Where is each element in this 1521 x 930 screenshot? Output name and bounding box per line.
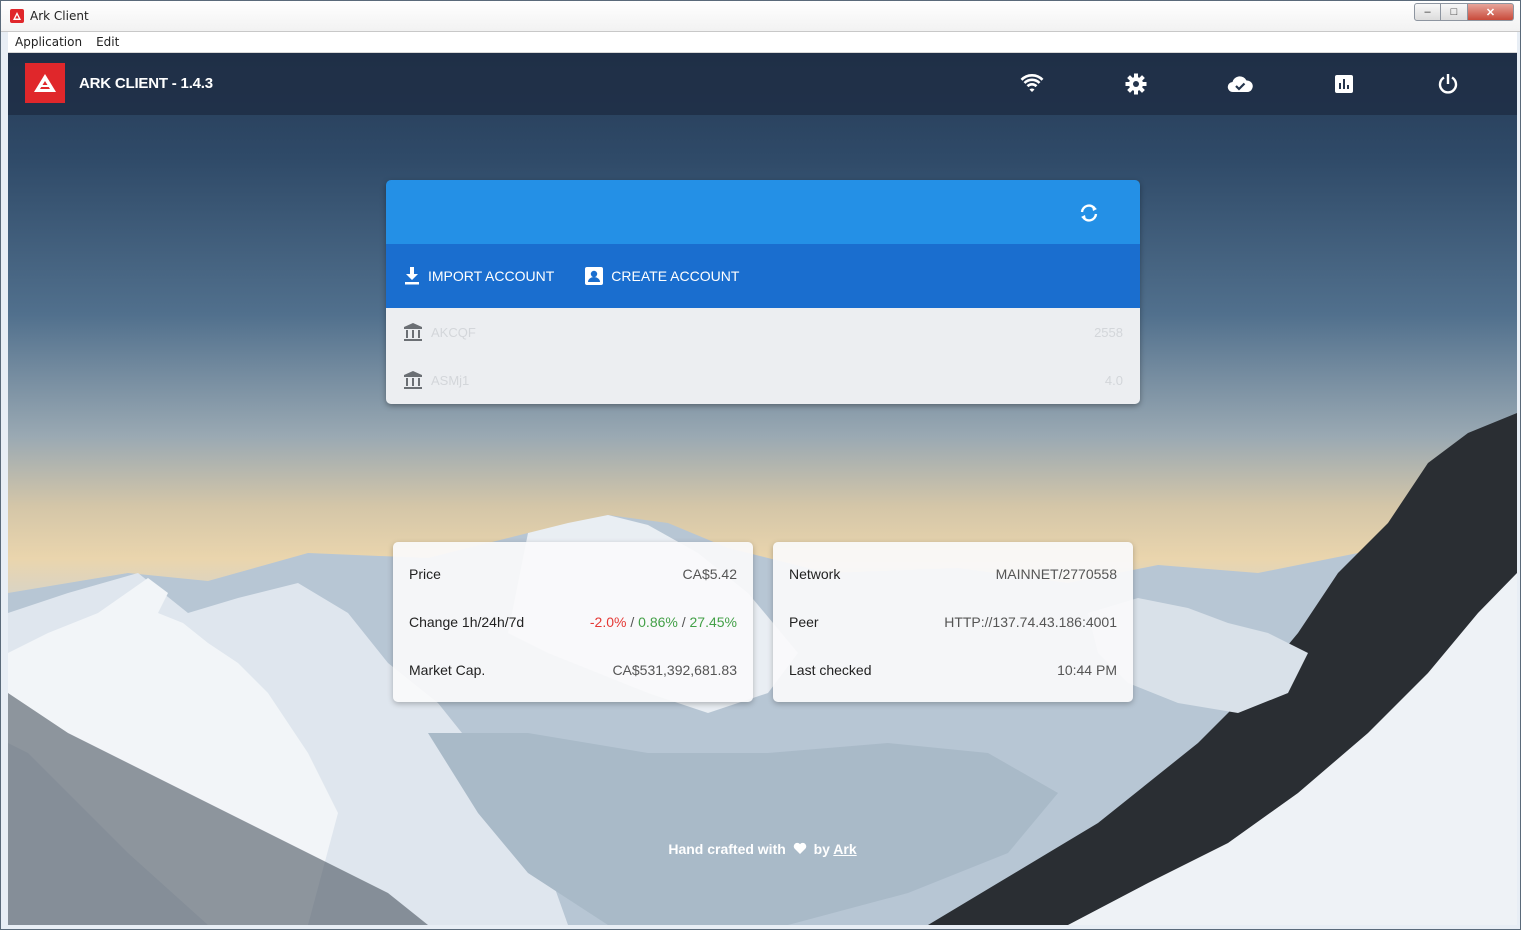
account-balance: 2558 xyxy=(1094,324,1123,340)
change-label: Change 1h/24h/7d xyxy=(409,614,525,630)
accounts-card-header xyxy=(386,180,1140,244)
change-values: -2.0% / 0.86% / 27.45% xyxy=(590,614,737,630)
app-brand: ARK CLIENT - 1.4.3 xyxy=(79,75,213,92)
ark-logo[interactable] xyxy=(25,63,65,103)
cloud-check-icon[interactable] xyxy=(1227,71,1253,97)
account-name: ASMj1 xyxy=(431,372,470,388)
footer-prefix: Hand crafted with xyxy=(668,841,786,857)
menu-edit[interactable]: Edit xyxy=(89,35,126,49)
change-separator: / xyxy=(626,614,639,630)
peer-row: Peer HTTP://137.74.43.186:4001 xyxy=(773,598,1133,646)
last-checked-value: 10:44 PM xyxy=(1057,662,1117,678)
minimize-button[interactable]: – xyxy=(1414,3,1441,21)
price-row: Price CA$5.42 xyxy=(393,550,753,598)
last-checked-label: Last checked xyxy=(789,662,872,678)
ark-link[interactable]: Ark xyxy=(833,841,856,857)
create-account-button[interactable]: CREATE ACCOUNT xyxy=(584,266,739,286)
footer: Hand crafted with by Ark xyxy=(8,841,1517,857)
accounts-list: AKCQF 2558 ASMj1 4.0 xyxy=(386,308,1140,404)
wifi-icon[interactable] xyxy=(1019,71,1045,97)
account-balance: 4.0 xyxy=(1104,372,1123,388)
app-content: ARK CLIENT - 1.4.3 IMPORT ACCOUNT CREATE… xyxy=(8,53,1517,925)
market-cap-value: CA$531,392,681.83 xyxy=(612,662,737,678)
heart-icon xyxy=(793,842,806,854)
change-1h: -2.0% xyxy=(589,614,627,630)
account-list-item[interactable]: ASMj1 4.0 xyxy=(386,356,1140,404)
power-icon[interactable] xyxy=(1435,71,1461,97)
account-name: AKCQF xyxy=(431,324,476,340)
peer-label: Peer xyxy=(789,614,819,630)
peer-value: HTTP://137.74.43.186:4001 xyxy=(944,614,1117,630)
gear-icon[interactable] xyxy=(1123,71,1149,97)
ark-app-icon xyxy=(10,9,24,23)
change-7d: 27.45% xyxy=(689,614,737,630)
change-separator: / xyxy=(677,614,690,630)
bank-icon xyxy=(404,371,422,389)
bank-icon xyxy=(404,323,422,341)
refresh-icon[interactable] xyxy=(1076,200,1102,226)
network-value: MAINNET/2770558 xyxy=(995,566,1117,582)
window-titlebar[interactable]: Ark Client – □ ✕ xyxy=(1,1,1520,32)
maximize-button[interactable]: □ xyxy=(1441,3,1468,21)
account-list-item[interactable]: AKCQF 2558 xyxy=(386,308,1140,356)
import-account-button[interactable]: IMPORT ACCOUNT xyxy=(403,266,554,286)
app-window: Ark Client – □ ✕ Application Edit ARK CL… xyxy=(0,0,1521,930)
close-button[interactable]: ✕ xyxy=(1468,3,1514,21)
accounts-card: IMPORT ACCOUNT CREATE ACCOUNT AKCQF 2558… xyxy=(386,180,1140,404)
last-checked-row: Last checked 10:44 PM xyxy=(773,646,1133,694)
market-info-card: Price CA$5.42 Change 1h/24h/7d -2.0% / 0… xyxy=(393,542,753,702)
account-box-icon xyxy=(585,267,604,285)
download-icon xyxy=(405,267,419,285)
price-value: CA$5.42 xyxy=(682,566,737,582)
footer-by: by xyxy=(813,841,830,857)
market-cap-label: Market Cap. xyxy=(409,662,486,678)
create-account-label: CREATE ACCOUNT xyxy=(611,268,740,284)
window-title: Ark Client xyxy=(30,9,89,23)
app-header: ARK CLIENT - 1.4.3 xyxy=(8,53,1517,115)
network-label: Network xyxy=(789,566,841,582)
market-cap-row: Market Cap. CA$531,392,681.83 xyxy=(393,646,753,694)
price-label: Price xyxy=(409,566,441,582)
accounts-actions-bar: IMPORT ACCOUNT CREATE ACCOUNT xyxy=(386,244,1140,308)
menu-bar: Application Edit xyxy=(8,32,1517,53)
change-24h: 0.86% xyxy=(638,614,678,630)
menu-application[interactable]: Application xyxy=(8,35,89,49)
chart-icon[interactable] xyxy=(1331,71,1357,97)
network-info-card: Network MAINNET/2770558 Peer HTTP://137.… xyxy=(773,542,1133,702)
change-row: Change 1h/24h/7d -2.0% / 0.86% / 27.45% xyxy=(393,598,753,646)
window-controls: – □ ✕ xyxy=(1414,3,1514,21)
network-row: Network MAINNET/2770558 xyxy=(773,550,1133,598)
import-account-label: IMPORT ACCOUNT xyxy=(428,268,555,284)
